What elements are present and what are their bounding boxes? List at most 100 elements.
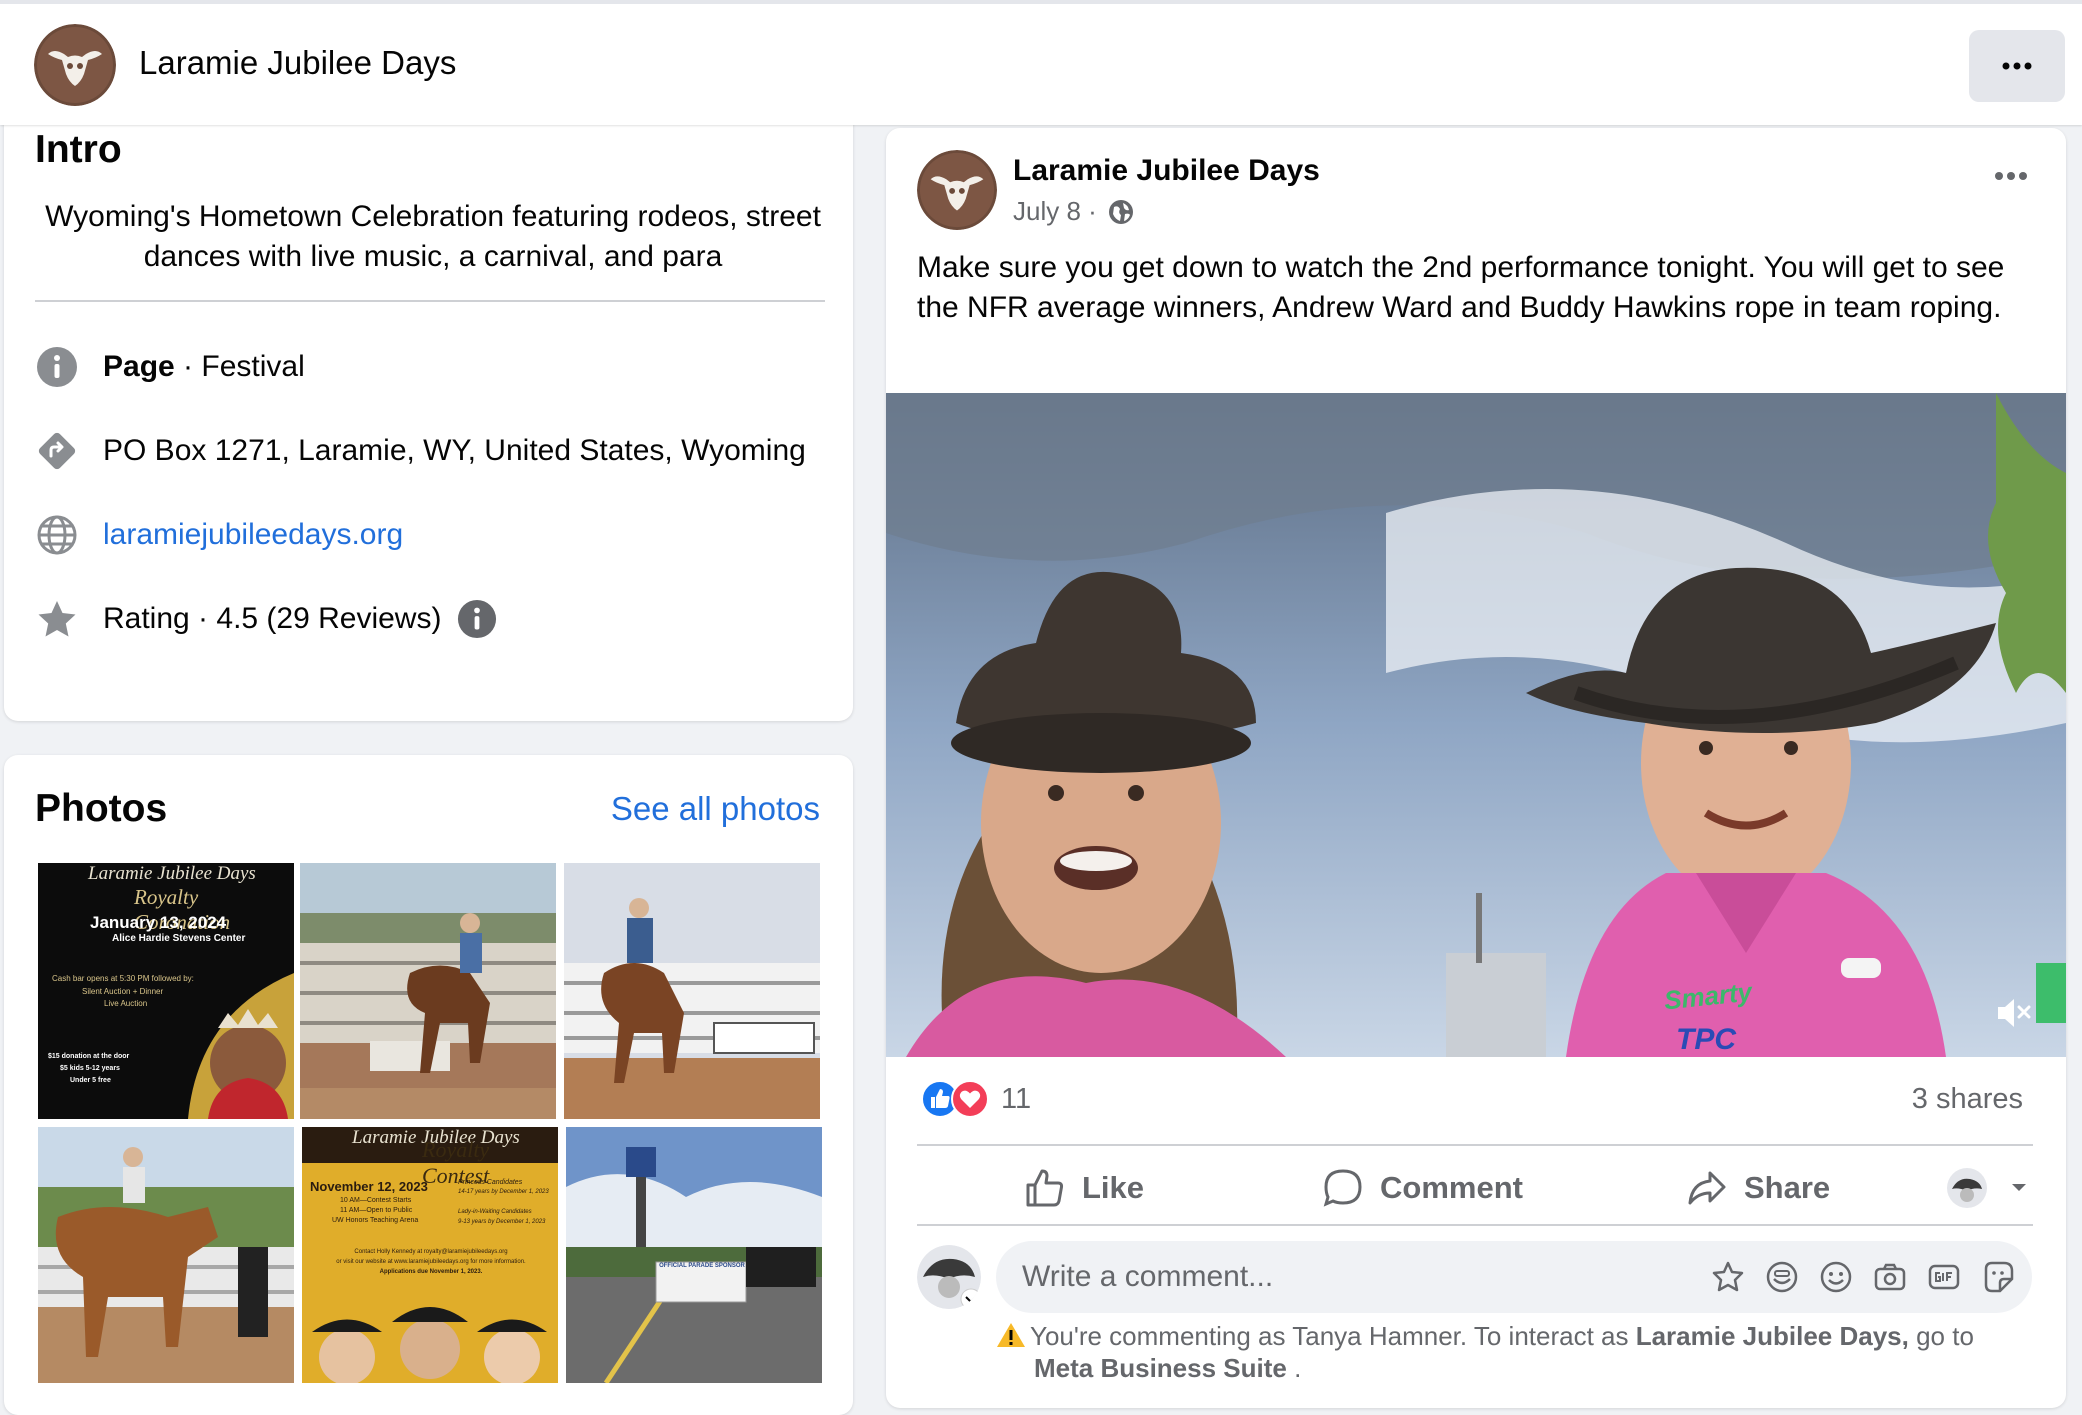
photo-thumbnail[interactable]: OFFICIAL PARADE SPONSOR: [566, 1127, 822, 1383]
warning-icon: [997, 1323, 1025, 1347]
notice-middle: go to: [1908, 1321, 1974, 1351]
rodeo-photo: [300, 863, 556, 1119]
photo-thumbnail[interactable]: Laramie Jubilee Days Royalty Coronation …: [38, 863, 294, 1119]
flyer-line: $5 kids 5-12 years: [60, 1065, 120, 1072]
star-icon: [38, 601, 76, 637]
see-all-photos-link[interactable]: See all photos: [611, 790, 820, 828]
flyer-line: Lady-in-Waiting Candidates: [458, 1209, 532, 1215]
info-icon: [37, 347, 77, 387]
post-author-avatar[interactable]: [917, 150, 997, 230]
more-horizontal-icon: [2002, 62, 2032, 70]
post-date[interactable]: July 8: [1013, 196, 1081, 227]
photo-thumbnail[interactable]: [300, 863, 556, 1119]
flyer-line: 14-17 years by December 1, 2023: [458, 1189, 549, 1195]
flyer-line: 9-13 years by December 1, 2023: [458, 1219, 546, 1225]
emoji-badge-icon: [1766, 1261, 1798, 1293]
photo-button[interactable]: [1870, 1257, 1910, 1297]
rodeo-photo: [564, 863, 820, 1119]
reaction-profile-selector[interactable]: [1946, 1153, 2044, 1223]
flyer-line: 11 AM—Open to Public: [340, 1207, 413, 1214]
rodeo-photo: [38, 1127, 294, 1383]
category-separator: ·: [174, 350, 202, 383]
share-label: Share: [1744, 1170, 1831, 1205]
header-more-button[interactable]: [1969, 30, 2065, 102]
reactions-summary[interactable]: 11: [921, 1080, 1031, 1118]
love-reaction-icon: [951, 1080, 989, 1118]
info-address-row: PO Box 1271, Laramie, WY, United States,…: [35, 426, 806, 476]
reaction-count: 11: [1001, 1082, 1032, 1115]
gif-icon: [1928, 1264, 1960, 1290]
category-value: Festival: [201, 350, 305, 383]
info-website-row: laramiejubileedays.org: [35, 510, 403, 560]
notice-suffix: .: [1286, 1353, 1302, 1383]
share-arrow-icon: [1688, 1171, 1726, 1205]
chevron-down-icon: [2012, 1184, 2026, 1191]
globe-icon: [1109, 199, 1134, 224]
address-text[interactable]: PO Box 1271, Laramie, WY, United States,…: [103, 434, 806, 468]
intro-bio: Wyoming's Hometown Celebration featuring…: [45, 200, 821, 273]
volume-muted-icon: [1998, 999, 2031, 1027]
page-avatar[interactable]: [34, 24, 116, 106]
photos-card: Photos See all photos Laramie Jubilee Da…: [4, 755, 853, 1415]
photo-thumbnail[interactable]: [564, 863, 820, 1119]
post-video[interactable]: Smarty TPC: [886, 393, 2066, 1057]
sticker-button[interactable]: [1978, 1257, 2018, 1297]
page-header: Laramie Jubilee Days: [0, 0, 2082, 125]
flyer-date: November 12, 2023: [310, 1179, 428, 1194]
flyer-venue: Alice Hardie Stevens Center: [112, 933, 246, 944]
intro-divider: [35, 300, 825, 302]
post-divider: [917, 1224, 2033, 1226]
user-avatar-icon: [1947, 1168, 1987, 1208]
commenting-as-notice: You're commenting as Tanya Hamner. To in…: [996, 1320, 2026, 1384]
flyer-line: Applications due November 1, 2023.: [379, 1269, 483, 1275]
comment-label: Comment: [1380, 1170, 1523, 1205]
flyer-line: or visit our website at www.laramiejubil…: [336, 1259, 526, 1265]
notice-page-name[interactable]: Laramie Jubilee Days,: [1636, 1321, 1909, 1351]
info-rating-row: Rating · 4.5 (29 Reviews): [35, 594, 497, 644]
flyer-line: $15 donation at the door: [48, 1053, 130, 1060]
website-link[interactable]: laramiejubileedays.org: [103, 518, 403, 552]
sticker-icon: [1984, 1261, 2014, 1293]
emoji-badge-button[interactable]: [1762, 1257, 1802, 1297]
parade-banner-text: OFFICIAL PARADE SPONSOR: [659, 1263, 745, 1269]
thumbs-up-icon: [1026, 1169, 1064, 1207]
post-card: Laramie Jubilee Days July 8 · Make sure …: [886, 128, 2066, 1408]
comment-composer[interactable]: [996, 1241, 2032, 1313]
camera-icon: [1874, 1263, 1906, 1291]
video-frame: [886, 393, 2066, 1057]
composer-tools: [1708, 1257, 2018, 1297]
emoji-button[interactable]: [1816, 1257, 1856, 1297]
gif-button[interactable]: [1924, 1257, 1964, 1297]
flyer-title: Laramie Jubilee Days: [88, 863, 256, 884]
avatar-sticker-button[interactable]: [1708, 1257, 1748, 1297]
mute-button[interactable]: [1994, 993, 2034, 1033]
comment-bubble-icon: [1323, 1169, 1362, 1207]
rating-text: Rating · 4.5 (29 Reviews): [103, 602, 442, 635]
flyer-line: 10 AM—Contest Starts: [340, 1197, 412, 1204]
post-more-button[interactable]: [1994, 168, 2028, 186]
photo-thumbnail[interactable]: [38, 1127, 294, 1383]
photos-title: Photos: [35, 787, 168, 830]
meta-business-suite-link[interactable]: Meta Business Suite: [1034, 1353, 1287, 1383]
commenter-avatar[interactable]: [917, 1245, 981, 1309]
avatar-sticker-icon: [1712, 1261, 1744, 1292]
flyer-line: Under 5 free: [70, 1077, 111, 1084]
flyer-line: Silent Auction + Dinner: [82, 987, 164, 996]
comment-button[interactable]: Comment: [1322, 1153, 1523, 1223]
comment-input[interactable]: [1020, 1259, 1674, 1295]
flyer-line: Cash bar opens at 5:30 PM followed by:: [52, 974, 194, 983]
more-horizontal-icon: [1995, 172, 2027, 180]
post-text: Make sure you get down to watch the 2nd …: [917, 251, 2005, 324]
like-button[interactable]: Like: [1024, 1153, 1144, 1223]
flyer-line: Live Auction: [104, 999, 148, 1008]
flyer-line: UW Honors Teaching Arena: [332, 1217, 419, 1224]
header-page-title[interactable]: Laramie Jubilee Days: [139, 44, 456, 82]
share-button[interactable]: Share: [1686, 1153, 1830, 1223]
category-label: Page: [103, 350, 175, 383]
parade-photo: [566, 1127, 822, 1383]
photo-thumbnail[interactable]: Laramie Jubilee Days Royalty Contest Nov…: [302, 1127, 558, 1383]
shares-count[interactable]: 3 shares: [1912, 1083, 2023, 1116]
rating-info-icon[interactable]: [457, 599, 497, 639]
post-author-name[interactable]: Laramie Jubilee Days: [1013, 154, 1320, 188]
like-label: Like: [1082, 1170, 1145, 1205]
